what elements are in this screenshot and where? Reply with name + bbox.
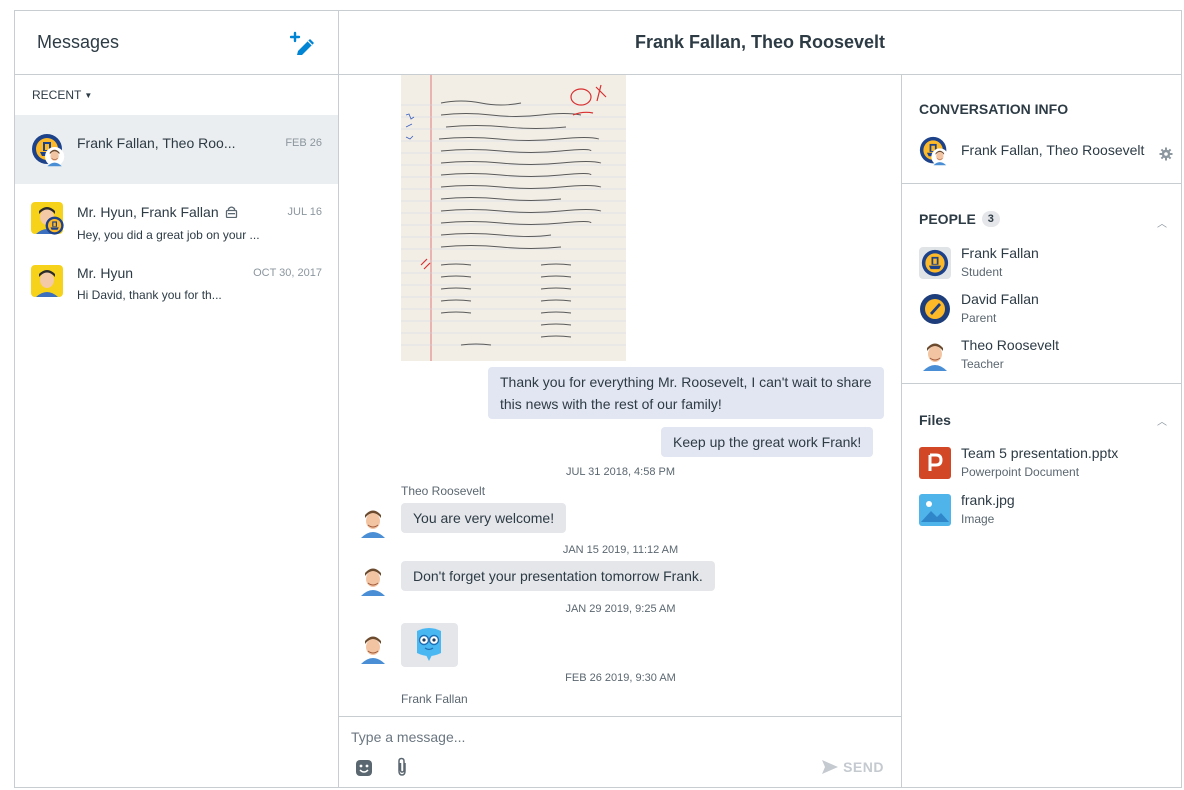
conversation-info-name: Frank Fallan, Theo Roosevelt bbox=[961, 142, 1145, 158]
people-section-header: PEOPLE 3 bbox=[919, 211, 1000, 227]
teacher-avatar bbox=[357, 632, 389, 664]
message-timestamp: JUL 31 2018, 4:58 PM bbox=[565, 466, 676, 478]
send-icon bbox=[822, 760, 839, 774]
conversation-info-title: CONVERSATION INFO bbox=[919, 101, 1069, 117]
divider bbox=[902, 183, 1181, 184]
message-bubble-incoming: You are very welcome! bbox=[401, 503, 567, 533]
conversation-date: JUL 16 bbox=[287, 206, 322, 218]
person-name: Frank Fallan bbox=[961, 245, 1039, 261]
person-item[interactable]: David Fallan Parent bbox=[919, 291, 1174, 333]
person-name: Theo Roosevelt bbox=[961, 337, 1060, 353]
person-item[interactable]: Theo Roosevelt Teacher bbox=[919, 337, 1174, 379]
conversation-item[interactable]: Mr. Hyun, Frank Fallan JUL 16 Hey, you d… bbox=[15, 184, 338, 253]
conversation-info-row: Frank Fallan, Theo Roosevelt bbox=[919, 134, 1174, 168]
owl-sticker-icon bbox=[417, 628, 441, 661]
gear-icon[interactable] bbox=[1159, 147, 1173, 161]
conversation-name-wrap: Mr. Hyun, Frank Fallan bbox=[77, 204, 238, 220]
sticker-bubble bbox=[401, 623, 458, 667]
chevron-up-icon[interactable]: ︿ bbox=[1157, 215, 1167, 230]
message-composer: SEND bbox=[339, 716, 901, 787]
student-avatar bbox=[919, 247, 951, 279]
message-sender: Theo Roosevelt bbox=[401, 484, 486, 498]
conversation-date: OCT 30, 2017 bbox=[253, 267, 322, 279]
caret-down-icon: ▼ bbox=[84, 90, 93, 100]
conversation-name: Frank Fallan, Theo Roo... bbox=[77, 135, 236, 151]
file-name: Team 5 presentation.pptx bbox=[961, 445, 1119, 461]
conversation-avatar bbox=[31, 265, 63, 297]
conversation-info-pane: CONVERSATION INFO Frank Fallan, Theo Roo… bbox=[902, 75, 1181, 787]
chevron-up-icon[interactable]: ︿ bbox=[1157, 413, 1167, 428]
message-bubble-outgoing: Thank you for everything Mr. Roosevelt, … bbox=[488, 367, 884, 419]
teacher-avatar bbox=[919, 339, 951, 371]
person-item[interactable]: Frank Fallan Student bbox=[919, 245, 1174, 287]
conversation-name: Mr. Hyun bbox=[77, 265, 134, 281]
conversation-avatar bbox=[919, 136, 949, 166]
parent-avatar bbox=[920, 294, 950, 324]
divider bbox=[902, 383, 1181, 384]
person-role: Parent bbox=[961, 311, 997, 325]
conversation-date: FEB 26 bbox=[285, 137, 322, 149]
lock-icon bbox=[225, 206, 237, 218]
conversation-list-pane: Messages RECENT ▼ Frank Fallan, Theo Roo… bbox=[15, 11, 339, 787]
message-text: You are very welcome! bbox=[413, 510, 555, 526]
message-text: Don't forget your presentation tomorrow … bbox=[413, 568, 703, 584]
thread-title: Frank Fallan, Theo Roosevelt bbox=[339, 11, 1181, 75]
message-bubble-outgoing: Keep up the great work Frank! bbox=[661, 427, 874, 457]
conversation-avatar bbox=[32, 134, 65, 167]
message-text: Thank you for everything Mr. Roosevelt, … bbox=[500, 374, 872, 412]
emoji-icon[interactable] bbox=[355, 759, 373, 782]
send-label: SEND bbox=[843, 759, 884, 775]
message-list[interactable]: Thank you for everything Mr. Roosevelt, … bbox=[339, 75, 901, 716]
teacher-avatar bbox=[357, 564, 389, 596]
file-type: Powerpoint Document bbox=[961, 465, 1080, 479]
messages-title: Messages bbox=[37, 32, 120, 52]
handwritten-note-image[interactable] bbox=[401, 75, 626, 361]
message-timestamp: JAN 29 2019, 9:25 AM bbox=[565, 603, 676, 615]
left-header: Messages bbox=[15, 11, 338, 75]
message-input[interactable] bbox=[351, 729, 771, 745]
people-title: PEOPLE bbox=[919, 211, 976, 227]
message-timestamp: FEB 26 2019, 9:30 AM bbox=[565, 672, 676, 684]
conversation-avatar bbox=[31, 202, 64, 235]
recent-filter-dropdown[interactable]: RECENT ▼ bbox=[15, 75, 338, 115]
message-sender: Frank Fallan bbox=[401, 692, 468, 706]
conversation-item[interactable]: Frank Fallan, Theo Roo... FEB 26 bbox=[15, 115, 338, 184]
send-button[interactable]: SEND bbox=[821, 759, 884, 775]
paperclip-icon[interactable] bbox=[394, 757, 410, 782]
recent-filter-label: RECENT bbox=[32, 88, 82, 102]
powerpoint-icon bbox=[919, 447, 951, 479]
file-item[interactable]: Team 5 presentation.pptx Powerpoint Docu… bbox=[919, 445, 1174, 485]
person-role: Student bbox=[961, 265, 1003, 279]
conversation-preview: Hi David, thank you for th... bbox=[77, 288, 222, 302]
message-bubble-incoming: Don't forget your presentation tomorrow … bbox=[401, 561, 715, 591]
conversation-name: Mr. Hyun, Frank Fallan bbox=[77, 204, 219, 220]
app-window: Messages RECENT ▼ Frank Fallan, Theo Roo… bbox=[14, 10, 1182, 788]
compose-icon[interactable] bbox=[288, 28, 318, 58]
person-name: David Fallan bbox=[961, 291, 1039, 307]
file-name: frank.jpg bbox=[961, 492, 1015, 508]
message-thread-pane: Thank you for everything Mr. Roosevelt, … bbox=[339, 75, 902, 787]
message-text: Keep up the great work Frank! bbox=[673, 434, 862, 450]
image-icon bbox=[919, 494, 951, 526]
file-type: Image bbox=[961, 512, 995, 526]
teacher-avatar bbox=[357, 506, 389, 538]
file-item[interactable]: frank.jpg Image bbox=[919, 492, 1174, 532]
message-timestamp: JAN 15 2019, 11:12 AM bbox=[562, 544, 679, 556]
person-role: Teacher bbox=[961, 357, 1004, 371]
conversation-item[interactable]: Mr. Hyun OCT 30, 2017 Hi David, thank yo… bbox=[15, 253, 338, 323]
files-title: Files bbox=[919, 412, 951, 428]
conversation-preview: Hey, you did a great job on your ... bbox=[77, 228, 260, 242]
people-count-badge: 3 bbox=[981, 211, 1000, 227]
